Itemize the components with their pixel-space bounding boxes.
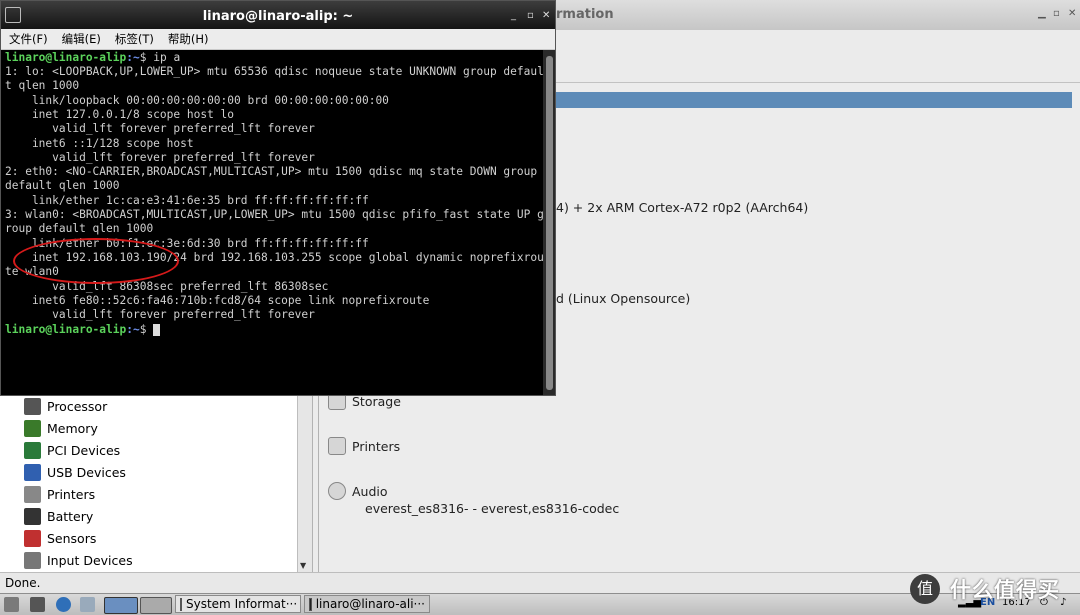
system-info-task-icon xyxy=(180,597,182,611)
tree-item-label: PCI Devices xyxy=(47,442,121,458)
ip-address-highlight-circle xyxy=(13,238,179,284)
terminal-output-line: default qlen 1000 xyxy=(5,179,120,193)
printers-section[interactable]: Printers xyxy=(328,436,400,456)
tree-item[interactable]: Printers xyxy=(24,484,95,504)
terminal-output-line: link/ether 1c:ca:e3:41:6e:35 brd ff:ff:f… xyxy=(5,193,369,207)
prompt-user: linaro@linaro-alip xyxy=(5,51,127,64)
menu-help[interactable]: 帮助(H) xyxy=(168,31,209,47)
watermark-logo: 值 xyxy=(910,574,940,604)
tree-item-label: Memory xyxy=(47,420,98,436)
processor-icon xyxy=(24,397,41,415)
tree-item[interactable]: PCI Devices xyxy=(24,440,120,460)
tree-scrollbar[interactable]: ▼ xyxy=(297,396,312,572)
tree-item-label: Battery xyxy=(47,508,94,524)
cpu-info-text: 4) + 2x ARM Cortex-A72 r0p2 (AArch64) xyxy=(556,200,809,215)
terminal-output-line: roup default qlen 1000 xyxy=(5,222,154,236)
audio-label: Audio xyxy=(352,483,388,499)
input-devices-icon xyxy=(24,551,41,569)
thermometer-icon xyxy=(24,529,41,547)
terminal-output-line: valid_lft 86308sec preferred_lft 86308se… xyxy=(5,279,329,293)
os-info-text: d (Linux Opensource) xyxy=(556,291,691,306)
current-prompt-line[interactable]: linaro@linaro-alip:~$ xyxy=(5,323,161,337)
audio-icon xyxy=(328,482,346,500)
tree-item[interactable]: Battery xyxy=(24,506,93,526)
terminal-output-line: t qlen 1000 xyxy=(5,79,80,93)
tree-item-label: USB Devices xyxy=(47,464,126,480)
tree-item[interactable]: Processor xyxy=(24,396,107,416)
menu-tabs[interactable]: 标签(T) xyxy=(115,31,154,47)
task-terminal[interactable]: linaro@linaro-ali··· xyxy=(304,595,430,613)
prompt-path: :~ xyxy=(126,51,140,64)
tree-item-label: Sensors xyxy=(47,530,97,546)
prompt-sign: $ xyxy=(139,323,147,336)
tree-item[interactable]: Input Devices xyxy=(24,550,133,570)
scrollbar-thumb[interactable] xyxy=(546,56,553,390)
close-icon[interactable]: ✕ xyxy=(1068,8,1076,19)
terminal-output-line: 2: eth0: <NO-CARRIER,BROADCAST,MULTICAST… xyxy=(5,165,538,179)
printer-icon xyxy=(24,485,41,503)
terminal-output[interactable]: linaro@linaro-alip:~$ ip a 1: lo: <LOOPB… xyxy=(1,50,543,395)
terminal-output-line: inet 127.0.0.1/8 scope host lo xyxy=(5,107,235,121)
audio-section[interactable]: Audio xyxy=(328,481,388,501)
terminal-output-line: inet6 ::1/128 scope host xyxy=(5,136,194,150)
browser-icon[interactable] xyxy=(56,597,71,612)
volume-icon[interactable]: ♪ xyxy=(1060,597,1066,608)
terminal-scrollbar[interactable] xyxy=(543,50,555,395)
audio-device-text: everest_es8316- - everest,es8316-codec xyxy=(365,501,620,516)
task-label: linaro@linaro-ali··· xyxy=(315,597,425,611)
watermark-text: 什么值得买 xyxy=(950,578,1060,602)
workspace-2-icon[interactable] xyxy=(140,597,172,614)
prompt-user: linaro@linaro-alip xyxy=(5,323,127,336)
terminal-output-line: link/loopback 00:00:00:00:00:00 brd 00:0… xyxy=(5,93,389,107)
task-system-information[interactable]: System Informat··· xyxy=(175,595,301,613)
text-cursor xyxy=(153,324,161,336)
terminal-titlebar[interactable]: linaro@linaro-alip: ~ _ ▫ ✕ xyxy=(1,1,555,29)
terminal-output-line: valid_lft forever preferred_lft forever xyxy=(5,150,315,164)
close-icon[interactable]: ✕ xyxy=(542,10,550,21)
maximize-icon[interactable]: ▫ xyxy=(1053,8,1060,19)
terminal-output-line: 3: wlan0: <BROADCAST,MULTICAST,UP,LOWER_… xyxy=(5,208,543,221)
show-desktop-icon[interactable] xyxy=(30,597,45,612)
battery-icon xyxy=(24,507,41,525)
terminal-output-line: 1: lo: <LOOPBACK,UP,LOWER_UP> mtu 65536 … xyxy=(5,65,543,78)
sysinfo-title: rmation xyxy=(556,7,614,22)
command-line: linaro@linaro-alip:~$ ip a xyxy=(5,51,180,65)
workspace-1-icon[interactable] xyxy=(104,597,138,614)
terminal-output-line: valid_lft forever preferred_lft forever xyxy=(5,122,315,136)
tree-item[interactable]: USB Devices xyxy=(24,462,126,482)
memory-icon xyxy=(24,419,41,437)
printer-icon xyxy=(328,437,346,455)
maximize-icon[interactable]: ▫ xyxy=(527,10,534,21)
menu-edit[interactable]: 编辑(E) xyxy=(62,31,101,47)
task-label: System Informat··· xyxy=(186,597,298,611)
terminal-menubar: 文件(F) 编辑(E) 标签(T) 帮助(H) xyxy=(1,29,555,50)
scroll-down-icon[interactable]: ▼ xyxy=(300,561,306,570)
tree-item-label: Printers xyxy=(47,486,96,502)
terminal-output-line: inet6 fe80::52c6:fa46:710b:fcd8/64 scope… xyxy=(5,293,430,307)
prompt-sign: $ xyxy=(139,51,147,64)
pci-devices-icon xyxy=(24,441,41,459)
minimize-icon[interactable]: _ xyxy=(511,10,516,21)
terminal-window[interactable]: linaro@linaro-alip: ~ _ ▫ ✕ 文件(F) 编辑(E) … xyxy=(0,0,556,396)
tree-item-label: Input Devices xyxy=(47,552,133,568)
terminal-task-icon xyxy=(309,597,312,611)
command-text: ip a xyxy=(153,51,181,64)
tree-item[interactable]: Sensors xyxy=(24,528,96,548)
file-manager-icon[interactable] xyxy=(80,597,95,612)
printers-label: Printers xyxy=(352,438,401,454)
usb-devices-icon xyxy=(24,463,41,481)
menu-file[interactable]: 文件(F) xyxy=(9,31,48,47)
detail-header-bar xyxy=(556,92,1072,108)
start-menu-icon[interactable] xyxy=(4,597,19,612)
prompt-path: :~ xyxy=(126,323,140,336)
terminal-output-line: valid_lft forever preferred_lft forever xyxy=(5,308,315,322)
terminal-title: linaro@linaro-alip: ~ xyxy=(202,9,354,24)
minimize-icon[interactable]: ▁ xyxy=(1038,8,1046,19)
tree-item-label: Processor xyxy=(47,398,108,414)
status-text: Done. xyxy=(5,576,41,590)
tree-item[interactable]: Memory xyxy=(24,418,98,438)
